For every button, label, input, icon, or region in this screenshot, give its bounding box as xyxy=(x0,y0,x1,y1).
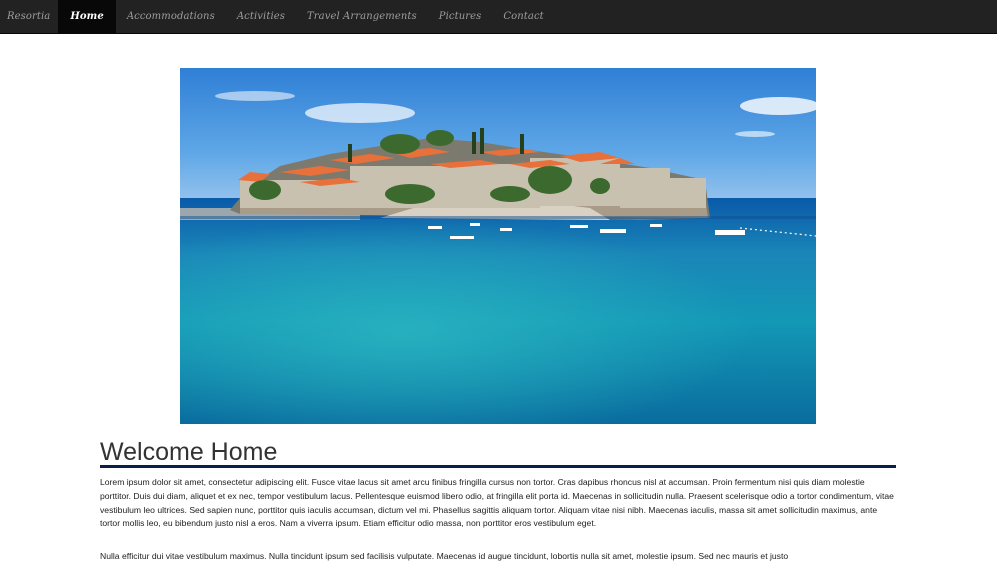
nav-item-accommodations[interactable]: Accommodations xyxy=(116,0,226,33)
nav-item-activities[interactable]: Activities xyxy=(226,0,296,33)
top-navbar: Resortia Home Accommodations Activities … xyxy=(0,0,997,34)
nav-item-pictures[interactable]: Pictures xyxy=(428,0,493,33)
body-paragraph-1: Lorem ipsum dolor sit amet, consectetur … xyxy=(100,477,894,529)
brand-link[interactable]: Resortia xyxy=(0,0,58,33)
island-resort-photo-icon xyxy=(180,68,816,424)
title-divider xyxy=(100,465,896,468)
page-title: Welcome Home xyxy=(100,438,278,466)
nav-item-contact[interactable]: Contact xyxy=(492,0,554,33)
body-paragraph-2: Nulla efficitur dui vitae vestibulum max… xyxy=(100,551,789,561)
hero-image xyxy=(180,68,816,424)
nav-item-home[interactable]: Home xyxy=(58,0,116,33)
nav-item-travel-arrangements[interactable]: Travel Arrangements xyxy=(296,0,428,33)
